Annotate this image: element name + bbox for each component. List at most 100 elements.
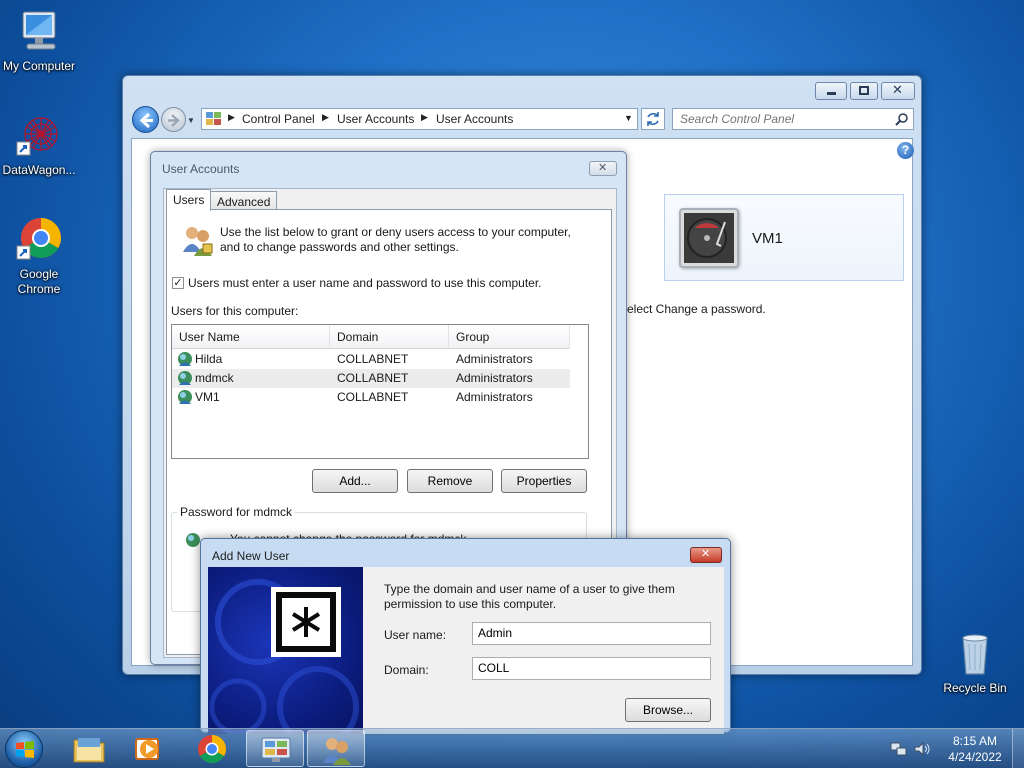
datawagon-icon: [15, 112, 63, 160]
help-button[interactable]: ?: [897, 142, 914, 159]
refresh-icon: [647, 112, 659, 126]
close-icon: ✕: [598, 162, 608, 174]
address-bar[interactable]: ▶ Control Panel ▶ User Accounts ▶ User A…: [201, 108, 638, 130]
add-user-button[interactable]: Add...: [312, 469, 398, 493]
tab-label: Users: [173, 193, 205, 207]
breadcrumb-separator: ▶: [228, 112, 235, 122]
breadcrumb-control-panel[interactable]: Control Panel: [242, 112, 315, 126]
arrow-left-icon: [139, 112, 153, 129]
desktop-icon-my-computer[interactable]: My Computer: [0, 8, 81, 74]
desktop-icon-label: My Computer: [2, 59, 76, 73]
dialog-close-button[interactable]: ✕: [690, 547, 722, 563]
close-icon: ✕: [701, 548, 711, 560]
users-group-icon: [181, 224, 215, 259]
forward-button[interactable]: [161, 107, 186, 132]
start-button[interactable]: [5, 730, 43, 768]
dialog-title: Add New User: [212, 549, 290, 563]
instruction-line1: Type the domain and user name of a user …: [384, 582, 675, 596]
remove-user-button[interactable]: Remove: [407, 469, 493, 493]
taskbar-control-panel[interactable]: [246, 730, 304, 767]
recycle-bin-icon: [951, 630, 999, 678]
group-cell: Administrators: [456, 352, 533, 366]
taskbar-chrome[interactable]: [183, 730, 241, 767]
close-icon: ✕: [892, 82, 903, 97]
back-button[interactable]: [132, 106, 159, 133]
domain-cell: COLLABNET: [337, 390, 409, 404]
password-info-icon: [185, 532, 201, 551]
users-icon: [323, 738, 351, 765]
group-cell: Administrators: [456, 390, 533, 404]
maximize-button[interactable]: [850, 82, 878, 100]
show-desktop-button[interactable]: [1012, 729, 1024, 768]
desktop-icon-label: Google Chrome: [17, 267, 61, 296]
user-icon: [177, 389, 193, 411]
user-name-cell: Hilda: [195, 352, 223, 366]
control-panel-icon: [261, 737, 291, 762]
desktop-icon-recycle-bin[interactable]: Recycle Bin: [933, 630, 1017, 696]
browse-button[interactable]: Browse...: [625, 698, 711, 722]
breadcrumb-user-accounts[interactable]: User Accounts: [337, 112, 414, 126]
search-box: [672, 108, 914, 130]
volume-tray-icon[interactable]: [913, 741, 931, 760]
taskbar-media-player[interactable]: [120, 730, 178, 767]
column-header-user-name[interactable]: User Name: [172, 325, 330, 349]
breadcrumb-separator: ▶: [421, 112, 428, 122]
table-row[interactable]: VM1 COLLABNET Administrators: [172, 388, 570, 407]
column-header-group[interactable]: Group: [449, 325, 570, 349]
network-tray-icon[interactable]: [890, 741, 908, 760]
windows-logo-icon: [16, 741, 34, 758]
properties-button[interactable]: Properties: [501, 469, 587, 493]
computer-icon: [15, 8, 63, 56]
domain-cell: COLLABNET: [337, 352, 409, 366]
dialog-close-button[interactable]: ✕: [589, 161, 617, 176]
user-picture: [679, 208, 739, 268]
instruction-line2: permission to use this computer.: [384, 597, 557, 611]
breadcrumb-separator: ▶: [322, 112, 329, 122]
password-group-label: Password for mdmck: [177, 505, 296, 519]
list-header: User Name Domain Group: [172, 325, 570, 349]
domain-field[interactable]: COLL: [472, 657, 711, 680]
refresh-button[interactable]: [641, 108, 665, 130]
search-input[interactable]: [673, 109, 883, 129]
dialog-title: User Accounts: [162, 162, 240, 176]
domain-cell: COLLABNET: [337, 371, 409, 385]
table-row-selected[interactable]: mdmck COLLABNET Administrators: [172, 369, 570, 388]
table-row[interactable]: Hilda COLLABNET Administrators: [172, 350, 570, 369]
username-label: User name:: [384, 628, 447, 642]
clock[interactable]: 8:15 AM 4/24/2022: [940, 733, 1010, 765]
breadcrumb-user-accounts-current[interactable]: User Accounts: [436, 112, 513, 126]
intro-text-line1: Use the list below to grant or deny user…: [220, 225, 571, 239]
taskbar-explorer[interactable]: [60, 730, 118, 767]
users-list[interactable]: User Name Domain Group Hilda COLLABNET A…: [171, 324, 589, 459]
user-name-cell: VM1: [195, 390, 220, 404]
tab-label: Advanced: [217, 195, 271, 209]
taskbar-user-accounts[interactable]: [307, 730, 365, 767]
recent-pages-dropdown[interactable]: ▼: [187, 116, 195, 125]
add-new-user-dialog: Add New User ✕ Type the domain and user …: [200, 538, 731, 748]
media-player-icon: [135, 738, 159, 760]
desktop-icon-datawagon[interactable]: DataWagon...: [0, 112, 81, 178]
taskbar: 8:15 AM 4/24/2022: [0, 728, 1024, 768]
require-password-checkbox[interactable]: ✓: [172, 277, 184, 289]
username-field[interactable]: Admin: [472, 622, 711, 645]
intro-text-line2: and to change passwords and other settin…: [220, 240, 459, 254]
folder-icon: [73, 738, 105, 763]
close-button[interactable]: ✕: [881, 82, 915, 100]
require-password-label[interactable]: Users must enter a user name and passwor…: [188, 276, 542, 290]
search-icon[interactable]: [895, 112, 909, 126]
address-dropdown-icon[interactable]: ▼: [624, 113, 633, 123]
column-header-domain[interactable]: Domain: [330, 325, 449, 349]
dialog-body: Type the domain and user name of a user …: [208, 567, 724, 748]
tab-users[interactable]: Users: [166, 189, 212, 211]
user-tile: VM1: [664, 194, 904, 281]
domain-label: Domain:: [384, 663, 429, 677]
desktop-icon-label: DataWagon...: [2, 163, 76, 177]
clock-date: 4/24/2022: [948, 750, 1002, 764]
desktop-icon-google-chrome[interactable]: Google Chrome: [0, 216, 81, 297]
group-cell: Administrators: [456, 371, 533, 385]
tab-advanced[interactable]: Advanced: [210, 191, 278, 211]
user-name-cell: mdmck: [195, 371, 234, 385]
minimize-button[interactable]: [815, 82, 847, 100]
arrow-right-icon: [168, 114, 180, 127]
chrome-icon: [198, 735, 226, 763]
